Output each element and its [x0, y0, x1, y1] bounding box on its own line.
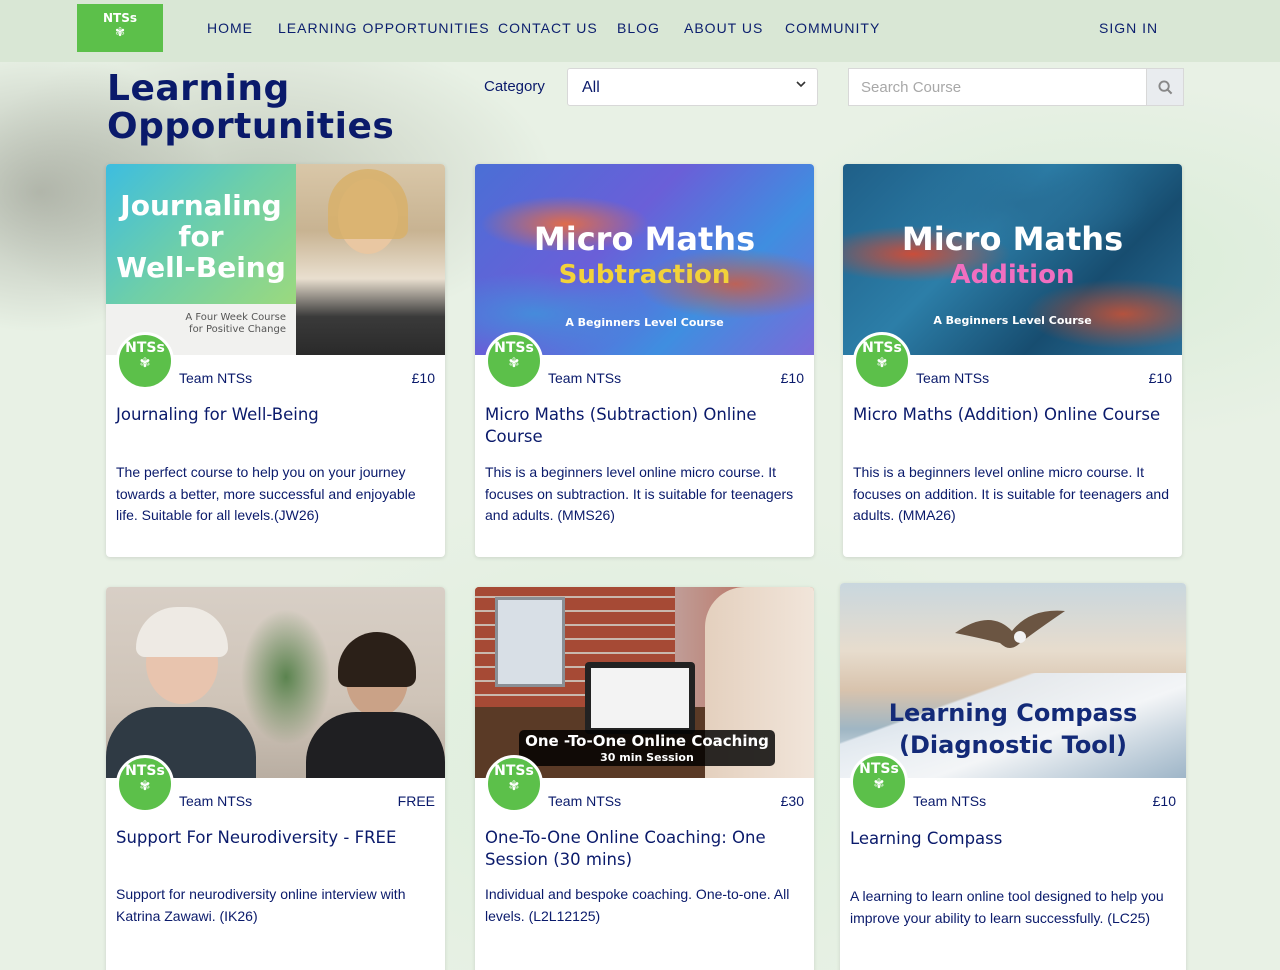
author-avatar: NTSs ✾ [116, 755, 174, 813]
course-card[interactable]: Learning Compass (Diagnostic Tool) NTSs … [840, 583, 1186, 970]
image-title-line: Learning Compass [888, 699, 1138, 727]
course-description: Support for neurodiversity online interv… [116, 886, 406, 924]
course-title[interactable]: Learning Compass [850, 828, 1170, 850]
avatar-text: NTSs [862, 340, 902, 356]
image-title-line: Well-Being [116, 251, 286, 284]
course-description: The perfect course to help you on your j… [116, 464, 416, 523]
page-title: Learning Opportunities [107, 68, 395, 147]
chevron-down-icon [795, 78, 807, 93]
eagle-icon [950, 603, 1070, 648]
image-caption: 30 min Session [600, 751, 694, 764]
nav-home[interactable]: HOME [207, 20, 253, 36]
course-image-micro-maths-addition[interactable]: Micro Maths Addition A Beginners Level C… [843, 164, 1182, 355]
author-avatar: NTSs ✾ [853, 332, 911, 390]
course-image-learning-compass[interactable]: Learning Compass (Diagnostic Tool) [840, 583, 1186, 778]
course-author: Team NTSs [916, 370, 990, 386]
course-price: £10 [780, 370, 804, 386]
author-avatar: NTSs ✾ [485, 332, 543, 390]
course-title[interactable]: Support For Neurodiversity - FREE [116, 827, 436, 849]
course-description: A learning to learn online tool designed… [850, 888, 1164, 926]
author-avatar: NTSs ✾ [116, 332, 174, 390]
course-description: Individual and bespoke coaching. One-to-… [485, 886, 790, 924]
image-title: Micro Maths [533, 220, 756, 258]
nav-contact-us[interactable]: CONTACT US [498, 20, 598, 36]
nav-blog[interactable]: BLOG [617, 20, 660, 36]
course-description: This is a beginners level online micro c… [485, 464, 794, 523]
course-price: £10 [411, 370, 435, 386]
avatar-text: NTSs [125, 763, 165, 779]
course-card[interactable]: Micro Maths Addition A Beginners Level C… [843, 164, 1182, 557]
course-author: Team NTSs [548, 370, 622, 386]
category-selected-value: All [582, 79, 600, 96]
course-card[interactable]: One -To-One Online Coaching 30 min Sessi… [475, 587, 814, 970]
image-subtitle: for Positive Change [189, 324, 286, 335]
search-button[interactable] [1146, 68, 1184, 106]
course-price: £10 [1152, 793, 1176, 809]
author-avatar: NTSs ✾ [850, 753, 908, 811]
image-caption: A Beginners Level Course [565, 316, 724, 329]
category-select[interactable]: All [567, 68, 818, 106]
category-label: Category [484, 78, 545, 95]
search-input[interactable] [848, 68, 1146, 106]
image-title-line: for [178, 220, 224, 253]
leaf-icon: ✾ [139, 779, 151, 794]
course-title[interactable]: Micro Maths (Addition) Online Course [853, 404, 1173, 426]
course-author: Team NTSs [179, 793, 253, 809]
course-image-micro-maths-subtraction[interactable]: Micro Maths Subtraction A Beginners Leve… [475, 164, 814, 355]
image-title: One -To-One Online Coaching [525, 732, 769, 750]
nav-learning-opportunities[interactable]: LEARNING OPPORTUNITIES [278, 20, 490, 36]
avatar-text: NTSs [494, 340, 534, 356]
leaf-icon: ✾ [139, 356, 151, 371]
course-image-neurodiversity[interactable] [106, 587, 445, 778]
course-title[interactable]: Micro Maths (Subtraction) Online Course [485, 404, 805, 448]
course-description: This is a beginners level online micro c… [853, 464, 1169, 523]
image-subtitle: Addition [950, 260, 1075, 290]
leaf-icon: ✾ [876, 356, 888, 371]
course-author: Team NTSs [913, 793, 987, 809]
course-title[interactable]: Journaling for Well-Being [116, 404, 436, 426]
author-avatar: NTSs ✾ [485, 755, 543, 813]
sign-in-link[interactable]: SIGN IN [1099, 20, 1158, 36]
nav-community[interactable]: COMMUNITY [785, 20, 880, 36]
logo-leaf-icon: ✾ [114, 25, 126, 39]
course-image-journaling[interactable]: Journaling for Well-Being A Four Week Co… [106, 164, 445, 355]
course-title[interactable]: One-To-One Online Coaching: One Session … [485, 827, 805, 871]
course-author: Team NTSs [548, 793, 622, 809]
image-subtitle: A Four Week Course [185, 312, 286, 323]
course-image-coaching[interactable]: One -To-One Online Coaching 30 min Sessi… [475, 587, 814, 778]
image-title-line: Journaling [120, 189, 282, 222]
image-title: Micro Maths [901, 220, 1124, 258]
leaf-icon: ✾ [873, 777, 885, 792]
avatar-text: NTSs [859, 761, 899, 777]
course-card[interactable]: Micro Maths Subtraction A Beginners Leve… [475, 164, 814, 557]
search-icon [1158, 80, 1173, 95]
leaf-icon: ✾ [508, 356, 520, 371]
course-price: £30 [780, 793, 804, 809]
course-card[interactable]: NTSs ✾ Team NTSs FREE Support For Neurod… [106, 587, 445, 970]
course-card[interactable]: Journaling for Well-Being A Four Week Co… [106, 164, 445, 557]
nav-about-us[interactable]: ABOUT US [684, 20, 763, 36]
brand-logo[interactable]: NTSs ✾ [77, 4, 163, 52]
course-price: £10 [1148, 370, 1172, 386]
avatar-text: NTSs [494, 763, 534, 779]
course-price: FREE [397, 793, 435, 809]
top-navbar: NTSs ✾ HOME LEARNING OPPORTUNITIES CONTA… [0, 0, 1280, 62]
avatar-text: NTSs [125, 340, 165, 356]
image-subtitle: Subtraction [558, 260, 731, 290]
course-author: Team NTSs [179, 370, 253, 386]
image-caption: A Beginners Level Course [933, 314, 1092, 327]
logo-text: NTSs [102, 11, 137, 25]
leaf-icon: ✾ [508, 779, 520, 794]
